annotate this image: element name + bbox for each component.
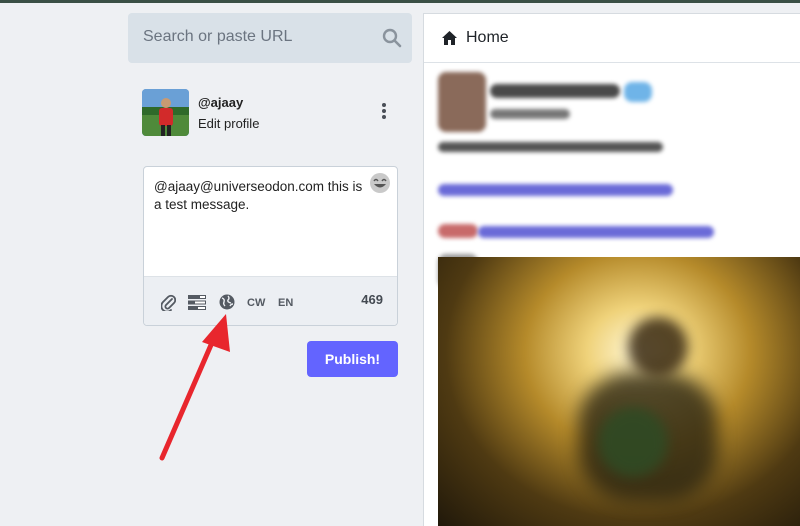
attach-media-button[interactable] <box>161 293 176 311</box>
poll-icon <box>188 294 206 310</box>
avatar[interactable] <box>142 89 189 136</box>
visibility-button[interactable] <box>219 293 235 311</box>
more-options-icon[interactable] <box>381 103 387 121</box>
blurred-media-image[interactable] <box>438 257 800 526</box>
search-icon[interactable] <box>382 28 402 48</box>
search-placeholder: Search or paste URL <box>143 28 293 45</box>
edit-profile-link[interactable]: Edit profile <box>198 116 259 131</box>
emoji-icon[interactable] <box>369 172 391 194</box>
globe-icon <box>219 294 235 310</box>
search-input[interactable]: Search or paste URL <box>128 13 412 63</box>
compose-form: @ajaay@universeodon.com this is a test m… <box>143 166 398 326</box>
column-header[interactable]: Home <box>424 14 800 63</box>
account-handle[interactable]: @ajaay <box>198 95 243 110</box>
paperclip-icon <box>161 294 176 311</box>
compose-textarea[interactable]: @ajaay@universeodon.com this is a test m… <box>154 178 369 214</box>
publish-button[interactable]: Publish! <box>307 341 398 377</box>
window-top-border <box>0 0 800 3</box>
character-counter: 469 <box>361 292 383 307</box>
account-panel: @ajaay Edit profile <box>142 89 402 137</box>
arrow-annotation <box>159 314 230 461</box>
home-icon <box>442 31 457 45</box>
content-warning-button[interactable]: CW <box>247 294 265 312</box>
home-column: Home <box>423 13 800 526</box>
language-button[interactable]: EN <box>278 294 293 312</box>
column-title: Home <box>466 29 509 46</box>
add-poll-button[interactable] <box>188 293 206 311</box>
